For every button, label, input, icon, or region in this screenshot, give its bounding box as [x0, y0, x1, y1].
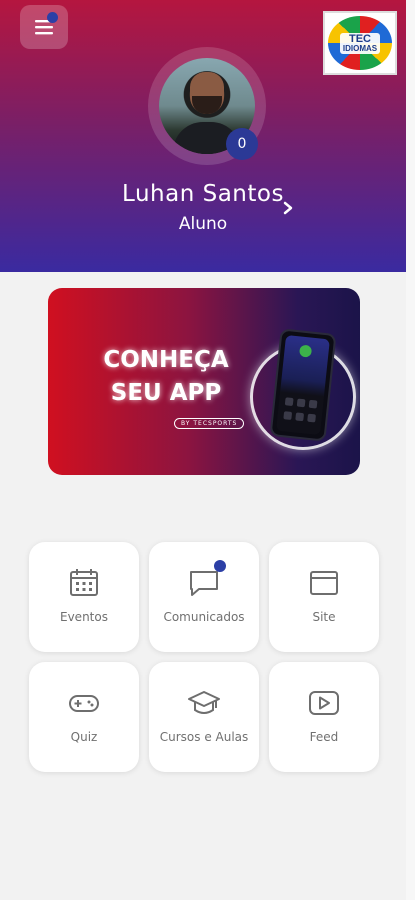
tile-label: Cursos e Aulas: [159, 730, 249, 744]
calendar-icon: [70, 569, 98, 596]
gamepad-icon: [69, 695, 99, 712]
tile-cursos-e-aulas[interactable]: Cursos e Aulas: [149, 662, 259, 772]
tile-label: Quiz: [70, 730, 98, 744]
chevron-right-icon[interactable]: [281, 199, 295, 217]
browser-window-icon: [310, 571, 338, 595]
app-promo-banner[interactable]: CONHEÇA SEU APP BY TECSPORTS: [48, 288, 360, 475]
user-role: Aluno: [178, 214, 228, 234]
points-badge: 0: [226, 128, 258, 160]
tile-label: Feed: [309, 730, 339, 744]
tile-label: Eventos: [60, 610, 108, 624]
tile-label: Comunicados: [163, 610, 245, 624]
banner-by-label: BY TECSPORTS: [174, 418, 245, 429]
logo-text-line1: TEC: [348, 32, 371, 45]
tile-comunicados[interactable]: Comunicados: [149, 542, 259, 652]
menu-notification-dot: [47, 12, 58, 23]
tile-feed[interactable]: Feed: [269, 662, 379, 772]
graduation-cap-icon: [188, 691, 220, 714]
tile-site[interactable]: Site: [269, 542, 379, 652]
phone-mockup: [269, 328, 337, 442]
tile-quiz[interactable]: Quiz: [29, 662, 139, 772]
chat-message-icon: [190, 571, 218, 596]
tile-eventos[interactable]: Eventos: [29, 542, 139, 652]
menu-button[interactable]: [20, 5, 68, 49]
banner-title-line1: CONHEÇA: [103, 347, 229, 373]
tile-label: Site: [312, 610, 336, 624]
page-edge: [406, 0, 415, 900]
banner-title-line2: SEU APP: [110, 380, 222, 406]
feature-grid: Eventos Comunicados Site Quiz Cursos e A…: [29, 542, 380, 774]
logo-text-line2: IDIOMAS: [342, 43, 378, 53]
flags-globe-icon: TEC IDIOMAS: [328, 16, 392, 70]
notification-dot: [214, 560, 226, 572]
user-name: Luhan Santos: [122, 181, 284, 207]
video-play-icon: [309, 691, 339, 715]
tec-idiomas-logo: TEC IDIOMAS: [323, 11, 397, 75]
banner-title: CONHEÇA SEU APP: [76, 344, 256, 410]
